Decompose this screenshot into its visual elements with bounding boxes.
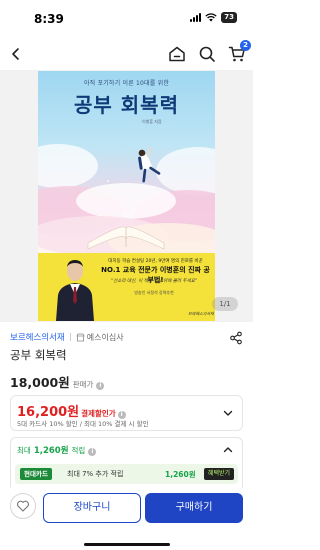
- status-time: 8:39: [34, 12, 64, 26]
- product-image-gallery[interactable]: 아직 포기하기 이른 10대를 위한 공부 회복력 이병훈 지음 대치동 학습 …: [0, 70, 253, 322]
- cart-button[interactable]: 2: [225, 40, 251, 66]
- points-box[interactable]: 최대 1,260원 적립 i 현대카드 최대 7% 추가 적립 1,260원 혜…: [10, 437, 243, 492]
- home-button[interactable]: [165, 42, 189, 66]
- store-icon: [76, 333, 85, 341]
- list-price-row: 18,000원 판매가 i: [10, 372, 105, 391]
- card-badge: 현대카드: [20, 468, 52, 480]
- points-value: 1,260원: [33, 446, 69, 456]
- share-button[interactable]: [229, 330, 243, 345]
- banner-line-4: 방송인 서정석 강력추천: [134, 290, 174, 295]
- author-portrait: [56, 260, 94, 321]
- card-benefit-amount: 1,260원: [165, 470, 196, 479]
- book-subtitle: 아직 포기하기 이른 10대를 위한: [83, 80, 170, 87]
- seller-badge: 예스이십사: [76, 332, 124, 343]
- chevron-left-icon: [12, 48, 19, 60]
- list-price: 18,000원: [10, 375, 70, 390]
- signal-icon: [190, 13, 202, 22]
- status-icons: 73: [190, 12, 237, 23]
- book-author: 이병훈 지음: [142, 119, 162, 124]
- banner-line-3: "선소리 대신, 이 책을 책상 위에 올려 두세요": [111, 279, 197, 284]
- publisher-logo: 보레헤스의서재: [188, 311, 214, 316]
- divider: [69, 333, 71, 341]
- card-benefit-text: 최대 7% 추가 적립: [67, 470, 124, 478]
- book-cover-banner: 대치동 학습 컨설팅 20년, 9만여 명의 진로를 바꾼 NO.1 교육 전문…: [38, 253, 215, 321]
- list-price-label: 판매가: [72, 380, 94, 389]
- wifi-icon: [205, 13, 217, 22]
- chevron-down-icon[interactable]: [222, 407, 234, 419]
- get-benefit-button[interactable]: 혜택받기: [204, 468, 235, 480]
- battery-icon: 73: [221, 12, 237, 23]
- sale-discount-detail: 5대 카드사 10% 할인 / 최대 10% 결제 시 할인: [17, 420, 149, 428]
- home-icon: [169, 46, 185, 62]
- discount-price-box[interactable]: 16,200원 결제할인가 i 5대 카드사 10% 할인 / 최대 10% 결…: [10, 395, 243, 431]
- nav-bar: 2: [0, 38, 253, 70]
- product-title: 공부 회복력: [10, 348, 67, 362]
- buy-now-button[interactable]: 구매하기: [145, 493, 243, 523]
- seller-badge-label: 예스이십사: [86, 332, 124, 342]
- points-suffix: 적립: [71, 446, 86, 455]
- search-button[interactable]: [195, 42, 219, 66]
- cart-count-badge: 2: [240, 40, 251, 51]
- share-icon: [230, 331, 242, 345]
- page-indicator: 1/1: [212, 297, 238, 311]
- bottom-action-bar: 장바구니 구매하기: [0, 488, 253, 550]
- book-cover-image: 아직 포기하기 이른 10대를 위한 공부 회복력 이병훈 지음 대치동 학습 …: [38, 71, 215, 321]
- back-button[interactable]: [4, 42, 28, 66]
- points-row: 최대 1,260원 적립 i: [17, 444, 97, 456]
- wishlist-button[interactable]: [10, 493, 36, 519]
- home-indicator: [84, 543, 170, 546]
- book-cover-title: 공부 회복력: [74, 93, 179, 117]
- status-bar: 8:39 73: [0, 0, 253, 36]
- add-to-cart-button[interactable]: 장바구니: [43, 493, 141, 523]
- seller-link[interactable]: 보르헤스의서재: [10, 331, 65, 343]
- chevron-up-icon[interactable]: [222, 444, 234, 456]
- search-icon: [199, 46, 215, 62]
- info-icon[interactable]: i: [88, 448, 97, 456]
- card-benefit-row: 현대카드 최대 7% 추가 적립 1,260원 혜택받기: [15, 464, 238, 484]
- info-icon[interactable]: i: [96, 382, 105, 390]
- banner-line-1: 대치동 학습 컨설팅 20년, 9만여 명의 진로를 바꾼: [108, 259, 203, 264]
- points-label: 최대: [17, 446, 31, 455]
- heart-icon: [17, 500, 29, 512]
- seller-row: 보르헤스의서재 예스이십사: [10, 330, 243, 345]
